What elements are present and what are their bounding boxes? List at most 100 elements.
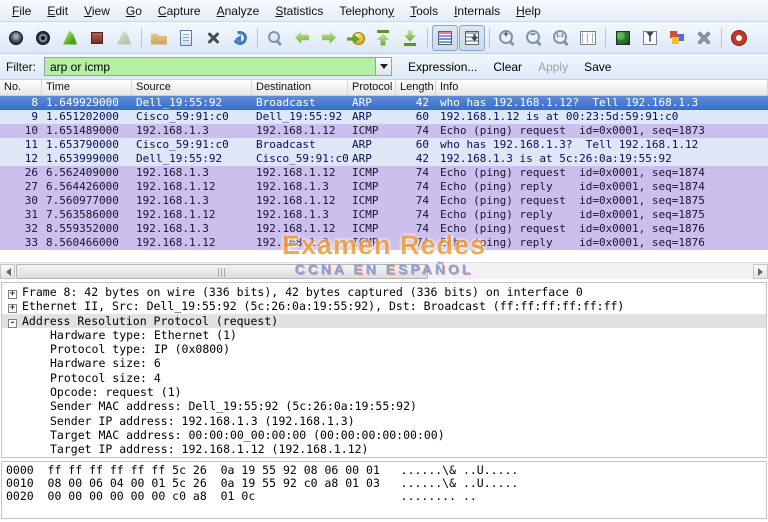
expand-icon[interactable]: + (8, 304, 17, 314)
cell-length: 74 (415, 124, 429, 137)
menu-file[interactable]: File (4, 1, 39, 21)
packet-row-33[interactable]: 33 8.560466000 192.168.1.12 192.168.1.3 ICMP… (0, 236, 768, 250)
menu-view[interactable]: View (76, 1, 118, 21)
packet-row-30[interactable]: 30 7.560977000 192.168.1.3 192.168.1.12 ICMP… (0, 194, 768, 208)
detail-line[interactable]: Target MAC address: 00:00:00_00:00:00 (0… (2, 428, 766, 442)
horizontal-scrollbar[interactable] (0, 262, 768, 279)
collapse-icon[interactable]: - (8, 318, 17, 328)
start-button[interactable] (57, 25, 83, 51)
display-filters-button[interactable] (637, 25, 663, 51)
coloring-rules-button[interactable] (664, 25, 690, 51)
packet-row-8[interactable]: 8 1.649929000 Dell_19:55:92 Broadcast ARP 42 w… (0, 96, 768, 110)
detail-line[interactable]: Sender IP address: 192.168.1.3 (192.168.… (2, 414, 766, 428)
resize-button[interactable] (575, 25, 601, 51)
filter-expression-button[interactable]: Expression... (402, 58, 483, 76)
expand-icon[interactable]: + (8, 290, 17, 299)
scroll-left-button[interactable] (0, 264, 15, 279)
detail-line[interactable]: Target IP address: 192.168.1.12 (192.168… (2, 442, 766, 456)
packet-row-9[interactable]: 9 1.651202000 Cisco_59:91:c0 Dell_19:55:92 A… (0, 110, 768, 124)
cell-protocol: ARP (352, 96, 372, 109)
filter-clear-button[interactable]: Clear (487, 58, 528, 76)
cell-protocol: ICMP (352, 166, 379, 179)
scrollbar-thumb[interactable] (16, 264, 428, 279)
capture-filters-button[interactable] (610, 25, 636, 51)
cell-destination: 192.168.1.12 (256, 124, 336, 137)
detail-text: Sender MAC address: Dell_19:55:92 (5c:26… (50, 399, 417, 414)
filter-apply-button[interactable]: Apply (532, 58, 574, 76)
menu-telephony[interactable]: Telephony (331, 1, 402, 21)
save-button[interactable] (173, 25, 199, 51)
detail-line[interactable]: Protocol type: IP (0x0800) (2, 342, 766, 356)
cell-no: 26 (24, 166, 38, 179)
packet-row-12[interactable]: 12 1.653999000 Dell_19:55:92 Cisco_59:91:c0… (0, 152, 768, 166)
restart-button[interactable] (111, 25, 137, 51)
menu-tools[interactable]: Tools (402, 1, 446, 21)
detail-line[interactable]: + Ethernet II, Src: Dell_19:55:92 (5c:26:… (2, 299, 766, 314)
cell-source: Cisco_59:91:c0 (136, 138, 229, 151)
hex-line[interactable]: 0020 00 00 00 00 00 00 c0 a8 01 0c .....… (6, 490, 766, 503)
detail-line[interactable]: + Frame 8: 42 bytes on wire (336 bits), 4… (2, 285, 766, 299)
help-button[interactable] (726, 25, 752, 51)
preferences-button[interactable] (691, 25, 717, 51)
menu-help[interactable]: Help (508, 1, 549, 21)
goto-button[interactable] (343, 25, 369, 51)
filter-input[interactable] (44, 57, 376, 76)
forward-button[interactable] (316, 25, 342, 51)
find-button[interactable] (262, 25, 288, 51)
menu-edit[interactable]: Edit (39, 1, 76, 21)
detail-line[interactable]: Opcode: request (1) (2, 385, 766, 399)
detail-line[interactable]: Sender MAC address: Dell_19:55:92 (5c:26… (2, 399, 766, 413)
column-header-length[interactable]: Length (396, 80, 436, 95)
column-header-source[interactable]: Source (132, 80, 252, 95)
back-button[interactable] (289, 25, 315, 51)
cell-info: Echo (ping) reply id=0x0001, seq=1874 (440, 180, 705, 193)
packet-row-31[interactable]: 31 7.563586000 192.168.1.12 192.168.1.3 ICMP… (0, 208, 768, 222)
detail-line[interactable]: Hardware type: Ethernet (1) (2, 328, 766, 342)
open-button[interactable] (146, 25, 172, 51)
menu-bar: File Edit View Go Capture Analyze Statistics Te… (0, 0, 768, 22)
column-header-time[interactable]: Time (42, 80, 132, 95)
column-header-no[interactable]: No. (0, 80, 42, 95)
top-button[interactable] (370, 25, 396, 51)
packet-row-11[interactable]: 11 1.653790000 Cisco_59:91:c0 Broadcast ARP 6… (0, 138, 768, 152)
cell-destination: 192.168.1.3 (256, 208, 329, 221)
column-header-destination[interactable]: Destination (252, 80, 348, 95)
colorize-button[interactable] (432, 24, 458, 51)
capture-filters-icon (614, 29, 632, 47)
detail-line[interactable]: Protocol size: 4 (2, 371, 766, 385)
filter-save-button[interactable]: Save (578, 58, 617, 76)
cell-source: 192.168.1.12 (136, 208, 216, 221)
zoom-100-button[interactable] (548, 25, 574, 51)
cell-info: Echo (ping) reply id=0x0001, seq=1876 (440, 236, 705, 249)
zoom-in-button[interactable] (494, 25, 520, 51)
options-button[interactable] (30, 25, 56, 51)
packet-row-27[interactable]: 27 6.564426000 192.168.1.12 192.168.1.3 ICMP… (0, 180, 768, 194)
cell-length: 60 (415, 138, 429, 151)
cell-no: 31 (24, 208, 38, 221)
interfaces-icon (7, 29, 25, 47)
toolbar-separator (489, 27, 490, 48)
bottom-button[interactable] (397, 25, 423, 51)
menu-statistics[interactable]: Statistics (267, 1, 331, 21)
zoom-out-button[interactable] (521, 25, 547, 51)
menu-go[interactable]: Go (118, 1, 150, 21)
column-header-info[interactable]: Info (436, 80, 768, 95)
detail-line[interactable]: - Address Resolution Protocol (request) (2, 313, 766, 328)
menu-capture[interactable]: Capture (150, 1, 209, 21)
packet-row-10[interactable]: 10 1.651489000 192.168.1.3 192.168.1.12 ICMP… (0, 124, 768, 138)
cell-destination: Cisco_59:91:c0 (256, 152, 348, 165)
autoscroll-button[interactable] (459, 24, 485, 51)
filter-dropdown-button[interactable] (376, 57, 392, 76)
detail-line[interactable]: Hardware size: 6 (2, 356, 766, 370)
close-button[interactable] (200, 25, 226, 51)
scroll-right-button[interactable] (753, 264, 768, 279)
packet-row-26[interactable]: 26 6.562409000 192.168.1.3 192.168.1.12 ICMP… (0, 166, 768, 180)
menu-analyze[interactable]: Analyze (209, 1, 268, 21)
menu-internals[interactable]: Internals (446, 1, 508, 21)
reload-button[interactable] (227, 25, 253, 51)
column-header-protocol[interactable]: Protocol (348, 80, 396, 95)
stop-button[interactable] (84, 25, 110, 51)
cell-length: 74 (415, 222, 429, 235)
packet-row-32[interactable]: 32 8.559352000 192.168.1.3 192.168.1.12 ICMP… (0, 222, 768, 236)
interfaces-button[interactable] (3, 25, 29, 51)
